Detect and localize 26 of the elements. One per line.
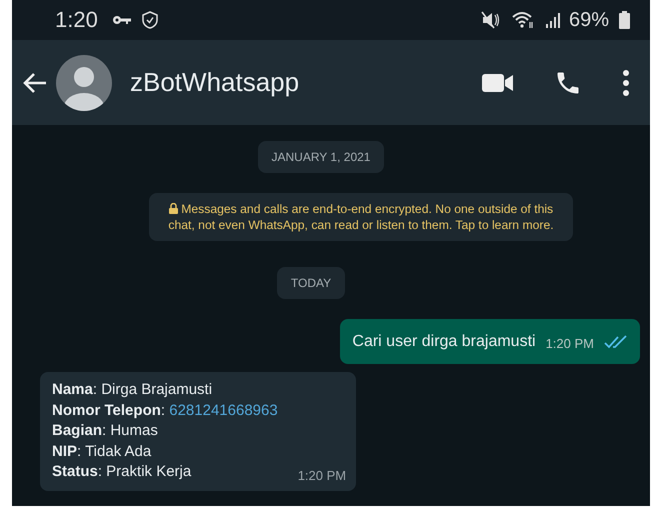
more-options-icon[interactable] [622, 68, 630, 96]
battery-level: 69% [568, 8, 609, 32]
date-chip: JANUARY 1, 2021 [258, 141, 384, 173]
message-line: Status: Praktik Kerja [52, 462, 192, 482]
message-line: Nomor Telepon: 6281241668963 [52, 400, 278, 420]
phone-link[interactable]: 6281241668963 [169, 402, 278, 418]
key-icon [112, 15, 132, 25]
message-text: Cari user dirga brajamusti [352, 332, 536, 350]
lock-icon [168, 203, 178, 214]
contact-name[interactable]: zBotWhatsapp [130, 67, 300, 98]
back-arrow-icon[interactable] [22, 72, 48, 94]
encryption-notice[interactable]: Messages and calls are end-to-end encrypted. No one outside of this chat, not even WhatsApp, can read or listen to them. Tap to learn more. [149, 193, 573, 241]
message-line: Bagian: Humas [52, 421, 159, 441]
message-time: 1:20 PM [546, 336, 594, 351]
message-line: NIP: Tidak Ada [52, 442, 152, 462]
status-time: 1:20 [55, 7, 98, 33]
date-chip: TODAY [276, 267, 346, 299]
message-time: 1:20 PM [298, 468, 346, 482]
mute-icon [480, 11, 501, 29]
message-line: Nama: Dirga Brajamusti [52, 380, 214, 400]
avatar-icon[interactable] [56, 54, 112, 110]
battery-icon [619, 11, 630, 29]
shield-icon [142, 11, 158, 29]
video-call-icon[interactable] [482, 72, 514, 92]
wifi-icon [510, 11, 535, 29]
signal-icon [544, 11, 563, 29]
